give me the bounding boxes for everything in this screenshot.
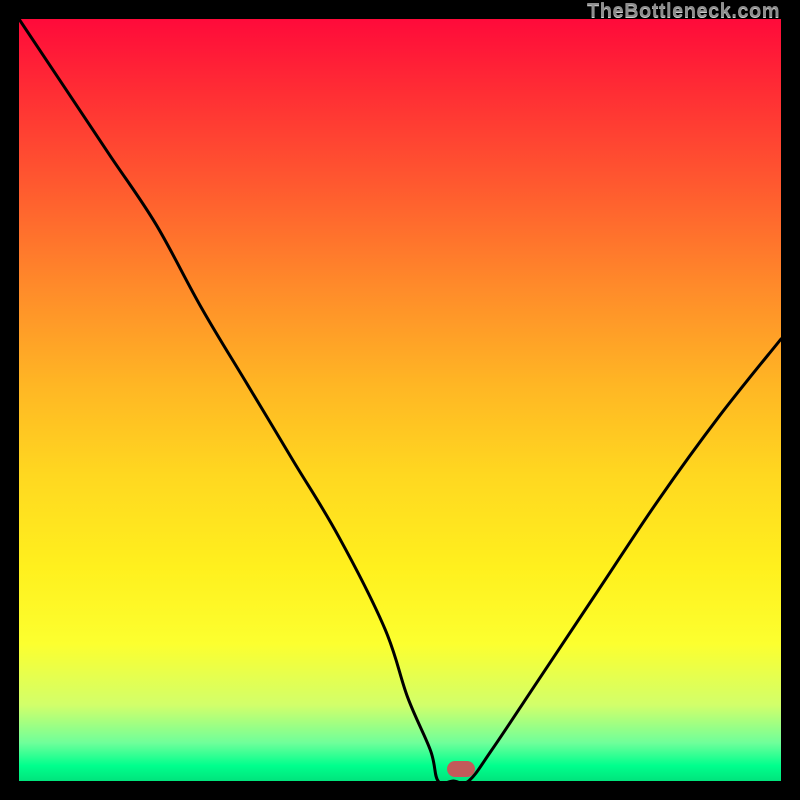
watermark-text: TheBottleneck.com [587,0,780,23]
bottleneck-curve [19,19,781,781]
optimum-marker [447,761,475,777]
gradient-plot-area [19,19,781,781]
chart-frame: TheBottleneck.com [0,0,800,800]
